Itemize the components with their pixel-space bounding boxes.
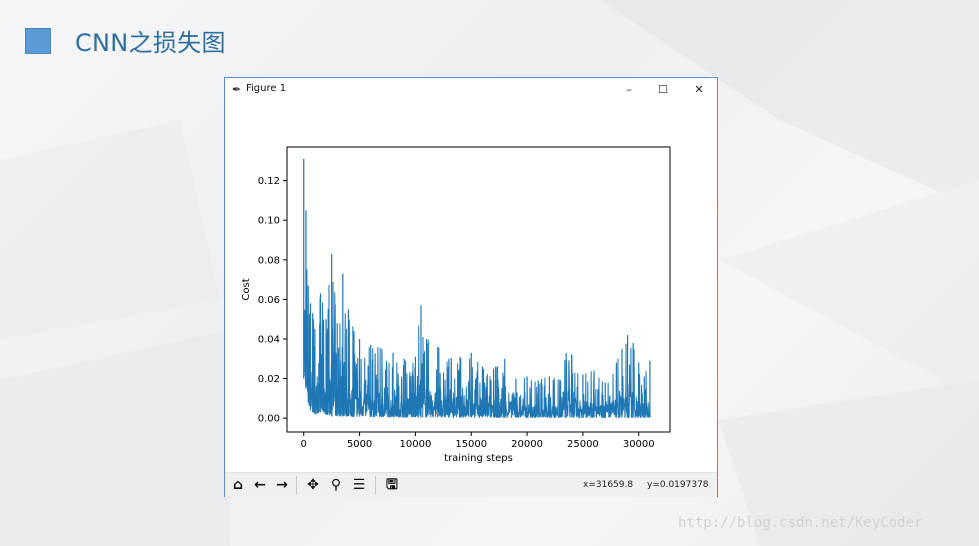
x-coordinate-readout: x=31659.8 — [583, 480, 634, 490]
forward-arrow-icon[interactable]: → — [272, 476, 292, 494]
watermark-text: http://blog.csdn.net/KeyCoder — [678, 515, 923, 531]
window-titlebar[interactable]: ✒ Figure 1 – ☐ ✕ — [225, 78, 717, 101]
toolbar-separator — [375, 476, 376, 494]
y-tick-label: 0.12 — [258, 176, 280, 187]
zoom-icon[interactable]: ⚲ — [326, 476, 346, 494]
figure-canvas[interactable]: 0 5000 10000 15000 20000 25000 30000 0.00 0.02 0.… — [225, 101, 717, 472]
loss-line — [303, 269, 651, 419]
window-title: Figure 1 — [246, 83, 287, 94]
home-icon[interactable]: ⌂ — [228, 476, 248, 494]
loss-chart: 0 5000 10000 15000 20000 25000 30000 0.00 0.02 0.… — [241, 146, 671, 464]
y-axis-label: Cost — [241, 278, 252, 300]
toolbar-separator — [296, 476, 297, 494]
y-tick-label: 0.06 — [258, 295, 280, 306]
close-button[interactable]: ✕ — [687, 81, 711, 98]
back-arrow-icon[interactable]: ← — [250, 476, 270, 494]
x-tick-label: 0 — [301, 439, 307, 450]
y-tick-label: 0.10 — [258, 216, 280, 227]
y-tick-label: 0.02 — [258, 374, 280, 385]
x-tick-label: 20000 — [511, 439, 543, 450]
x-axis-label: training steps — [444, 453, 513, 464]
x-tick-label: 15000 — [455, 439, 487, 450]
slide-header: CNN之损失图 — [25, 23, 226, 58]
maximize-button[interactable]: ☐ — [651, 81, 675, 98]
x-tick-label: 25000 — [567, 439, 599, 450]
y-tick-label: 0.04 — [258, 334, 280, 345]
x-tick-label: 30000 — [623, 439, 655, 450]
title-marker-square — [25, 27, 51, 54]
slide-title: CNN之损失图 — [75, 29, 226, 57]
figure-window[interactable]: ✒ Figure 1 – ☐ ✕ 0 5000 10000 15000 20000 250… — [224, 77, 718, 497]
navigation-toolbar: ⌂ ← → ✥ ⚲ ☰ 🖫 x=31659.8 y=0.0197378 — [225, 472, 717, 497]
x-tick-label: 10000 — [400, 439, 432, 450]
feather-icon: ✒ — [232, 83, 242, 96]
pan-icon[interactable]: ✥ — [303, 476, 323, 494]
y-tick-label: 0.00 — [258, 414, 280, 425]
save-icon[interactable]: 🖫 — [382, 476, 402, 494]
y-tick-label: 0.08 — [258, 255, 280, 266]
x-tick-label: 5000 — [347, 439, 372, 450]
configure-subplots-icon[interactable]: ☰ — [349, 476, 369, 494]
minimize-button[interactable]: – — [617, 81, 641, 98]
y-coordinate-readout: y=0.0197378 — [647, 480, 709, 490]
